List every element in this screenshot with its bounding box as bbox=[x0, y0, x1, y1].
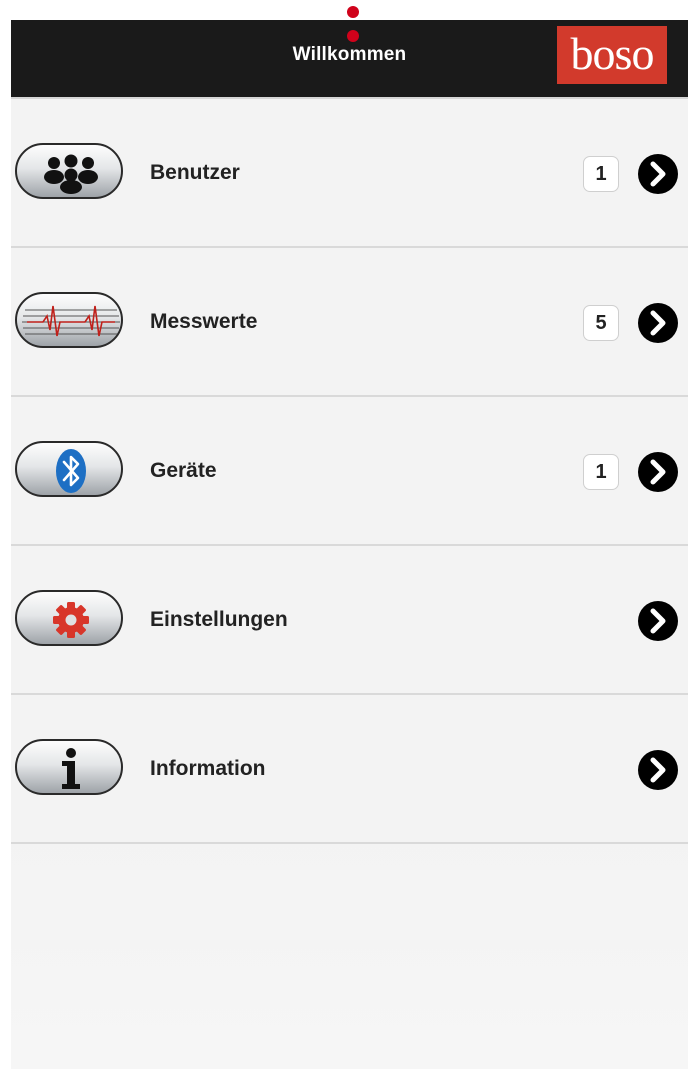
menu-item-label: Benutzer bbox=[150, 161, 240, 184]
count-badge: 5 bbox=[583, 305, 619, 341]
count-badge: 1 bbox=[583, 454, 619, 490]
bluetooth-icon-button[interactable] bbox=[15, 441, 123, 497]
chevron-right-icon[interactable] bbox=[638, 750, 678, 790]
chevron-right-icon[interactable] bbox=[638, 154, 678, 194]
status-dot bbox=[347, 6, 359, 18]
menu-item-einstellungen[interactable]: Einstellungen bbox=[11, 546, 688, 695]
gear-icon bbox=[53, 602, 89, 638]
info-icon-button[interactable] bbox=[15, 739, 123, 795]
menu-item-label: Messwerte bbox=[150, 310, 258, 333]
menu-item-geraete[interactable]: Geräte 1 bbox=[11, 397, 688, 546]
users-icon bbox=[44, 154, 98, 194]
ecg-chart-icon-button[interactable] bbox=[15, 292, 123, 348]
menu-item-label: Einstellungen bbox=[150, 608, 288, 631]
menu-item-benutzer[interactable]: Benutzer 1 bbox=[11, 99, 688, 248]
chevron-right-icon[interactable] bbox=[638, 452, 678, 492]
users-icon-button[interactable] bbox=[15, 143, 123, 199]
menu-item-label: Geräte bbox=[150, 459, 217, 482]
navigation-bar: Willkommen boso bbox=[11, 20, 688, 97]
info-icon bbox=[62, 748, 80, 789]
menu-item-messwerte[interactable]: Messwerte 5 bbox=[11, 248, 688, 397]
main-menu-list: Benutzer 1 Messwerte 5 Geräte 1 Einstell… bbox=[11, 97, 688, 1069]
count-badge: 1 bbox=[583, 156, 619, 192]
recording-indicator-dot bbox=[347, 30, 359, 42]
app-screen: Willkommen boso Benutzer 1 Messwerte 5 G… bbox=[0, 0, 688, 1069]
menu-item-information[interactable]: Information bbox=[11, 695, 688, 844]
ecg-chart-icon bbox=[22, 305, 120, 337]
bluetooth-icon bbox=[56, 449, 86, 493]
boso-logo: boso bbox=[557, 26, 667, 84]
chevron-right-icon[interactable] bbox=[638, 601, 678, 641]
gear-icon-button[interactable] bbox=[15, 590, 123, 646]
menu-item-label: Information bbox=[150, 757, 266, 780]
chevron-right-icon[interactable] bbox=[638, 303, 678, 343]
